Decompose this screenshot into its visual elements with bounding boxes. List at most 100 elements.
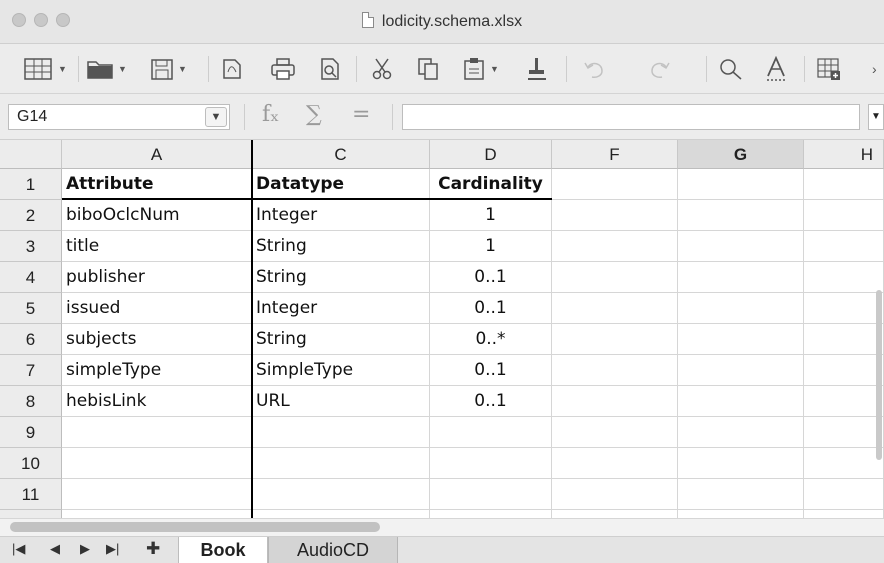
table-cell[interactable]: subjects xyxy=(62,324,252,355)
empty-cell[interactable] xyxy=(804,169,884,200)
print-preview-button[interactable] xyxy=(318,54,342,84)
empty-cell[interactable] xyxy=(552,231,678,262)
first-sheet-icon[interactable]: |◀ xyxy=(12,541,25,557)
table-cell[interactable]: simpleType xyxy=(62,355,252,386)
clone-formatting-button[interactable] xyxy=(526,54,548,84)
find-replace-button[interactable] xyxy=(718,54,744,84)
empty-cell[interactable] xyxy=(678,324,804,355)
row-header[interactable]: 6 xyxy=(0,324,62,355)
empty-cell[interactable] xyxy=(678,417,804,448)
column-header[interactable]: F xyxy=(552,140,678,169)
empty-cell[interactable] xyxy=(804,231,884,262)
row-header[interactable]: 8 xyxy=(0,386,62,417)
expand-formula-chevron-icon[interactable]: ▼ xyxy=(868,104,884,130)
table-cell[interactable]: 0..* xyxy=(430,324,552,355)
undo-button[interactable] xyxy=(582,54,608,84)
table-cell[interactable]: issued xyxy=(62,293,252,324)
empty-cell[interactable] xyxy=(804,200,884,231)
sheet-tab-audiocd[interactable]: AudioCD xyxy=(268,537,398,563)
empty-cell[interactable] xyxy=(552,417,678,448)
row-header[interactable]: 9 xyxy=(0,417,62,448)
chevron-down-icon[interactable]: ▼ xyxy=(118,64,127,74)
empty-cell[interactable] xyxy=(678,262,804,293)
row-header[interactable]: 11 xyxy=(0,479,62,510)
previous-sheet-icon[interactable]: ◀ xyxy=(50,541,60,557)
cut-button[interactable] xyxy=(370,54,394,84)
table-cell[interactable]: hebisLink xyxy=(62,386,252,417)
table-cell[interactable] xyxy=(252,417,430,448)
toolbar-overflow-chevron-icon[interactable]: › xyxy=(872,54,877,84)
sum-icon[interactable]: ∑ xyxy=(306,102,322,127)
empty-cell[interactable] xyxy=(804,417,884,448)
table-cell[interactable]: 1 xyxy=(430,231,552,262)
table-cell[interactable]: String xyxy=(252,262,430,293)
empty-cell[interactable] xyxy=(552,386,678,417)
vertical-scrollbar[interactable] xyxy=(876,290,882,460)
column-header-selected[interactable]: G xyxy=(678,140,804,169)
sheet-tab-book[interactable]: Book xyxy=(178,537,268,563)
table-cell[interactable] xyxy=(430,510,552,518)
print-button[interactable] xyxy=(270,54,296,84)
empty-cell[interactable] xyxy=(552,324,678,355)
empty-cell[interactable] xyxy=(804,479,884,510)
table-cell[interactable]: String xyxy=(252,324,430,355)
empty-cell[interactable] xyxy=(552,448,678,479)
column-header[interactable]: C xyxy=(252,140,430,169)
empty-cell[interactable] xyxy=(678,510,804,518)
table-cell[interactable]: title xyxy=(62,231,252,262)
table-cell[interactable]: SimpleType xyxy=(252,355,430,386)
column-header[interactable]: A xyxy=(62,140,252,169)
empty-cell[interactable] xyxy=(552,200,678,231)
empty-cell[interactable] xyxy=(804,262,884,293)
table-cell[interactable]: String xyxy=(252,231,430,262)
empty-cell[interactable] xyxy=(678,355,804,386)
table-cell[interactable] xyxy=(430,417,552,448)
empty-cell[interactable] xyxy=(678,231,804,262)
empty-cell[interactable] xyxy=(552,355,678,386)
function-wizard-icon[interactable]: fₓ xyxy=(262,102,279,127)
chevron-down-icon[interactable]: ▼ xyxy=(178,64,187,74)
horizontal-scrollbar-thumb[interactable] xyxy=(10,522,380,532)
add-sheet-icon[interactable]: ✚ xyxy=(146,539,160,559)
chevron-down-icon[interactable]: ▼ xyxy=(58,64,67,74)
header-cell[interactable]: Attribute xyxy=(62,169,252,200)
header-cell[interactable]: Datatype xyxy=(252,169,430,200)
table-cell[interactable]: biboOclcNum xyxy=(62,200,252,231)
empty-cell[interactable] xyxy=(552,293,678,324)
table-cell[interactable]: 0..1 xyxy=(430,293,552,324)
table-cell[interactable] xyxy=(252,479,430,510)
empty-cell[interactable] xyxy=(552,510,678,518)
row-header[interactable]: 12 xyxy=(0,510,62,518)
empty-cell[interactable] xyxy=(678,448,804,479)
table-cell[interactable] xyxy=(430,479,552,510)
empty-cell[interactable] xyxy=(678,293,804,324)
table-cell[interactable]: 1 xyxy=(430,200,552,231)
empty-cell[interactable] xyxy=(804,386,884,417)
spelling-button[interactable] xyxy=(764,54,788,84)
table-cell[interactable] xyxy=(430,448,552,479)
spreadsheet-grid[interactable]: A C D F G H 1 Attribute Datatype Cardinalit… xyxy=(0,140,884,518)
empty-cell[interactable] xyxy=(678,386,804,417)
column-header[interactable]: D xyxy=(430,140,552,169)
table-cell[interactable] xyxy=(252,510,430,518)
row-header[interactable]: 3 xyxy=(0,231,62,262)
table-cell[interactable] xyxy=(62,479,252,510)
chevron-down-icon[interactable]: ▼ xyxy=(205,107,227,127)
table-cell[interactable]: URL xyxy=(252,386,430,417)
empty-cell[interactable] xyxy=(804,293,884,324)
table-cell[interactable]: 0..1 xyxy=(430,386,552,417)
empty-cell[interactable] xyxy=(678,169,804,200)
export-pdf-button[interactable] xyxy=(220,54,244,84)
redo-button[interactable] xyxy=(646,54,672,84)
table-cell[interactable]: Integer xyxy=(252,293,430,324)
empty-cell[interactable] xyxy=(804,355,884,386)
table-cell[interactable]: 0..1 xyxy=(430,355,552,386)
row-header[interactable]: 4 xyxy=(0,262,62,293)
table-cell[interactable]: 0..1 xyxy=(430,262,552,293)
row-header[interactable]: 2 xyxy=(0,200,62,231)
table-cell[interactable] xyxy=(62,510,252,518)
empty-cell[interactable] xyxy=(552,262,678,293)
table-cell[interactable] xyxy=(62,417,252,448)
table-cell[interactable] xyxy=(62,448,252,479)
table-cell[interactable] xyxy=(252,448,430,479)
